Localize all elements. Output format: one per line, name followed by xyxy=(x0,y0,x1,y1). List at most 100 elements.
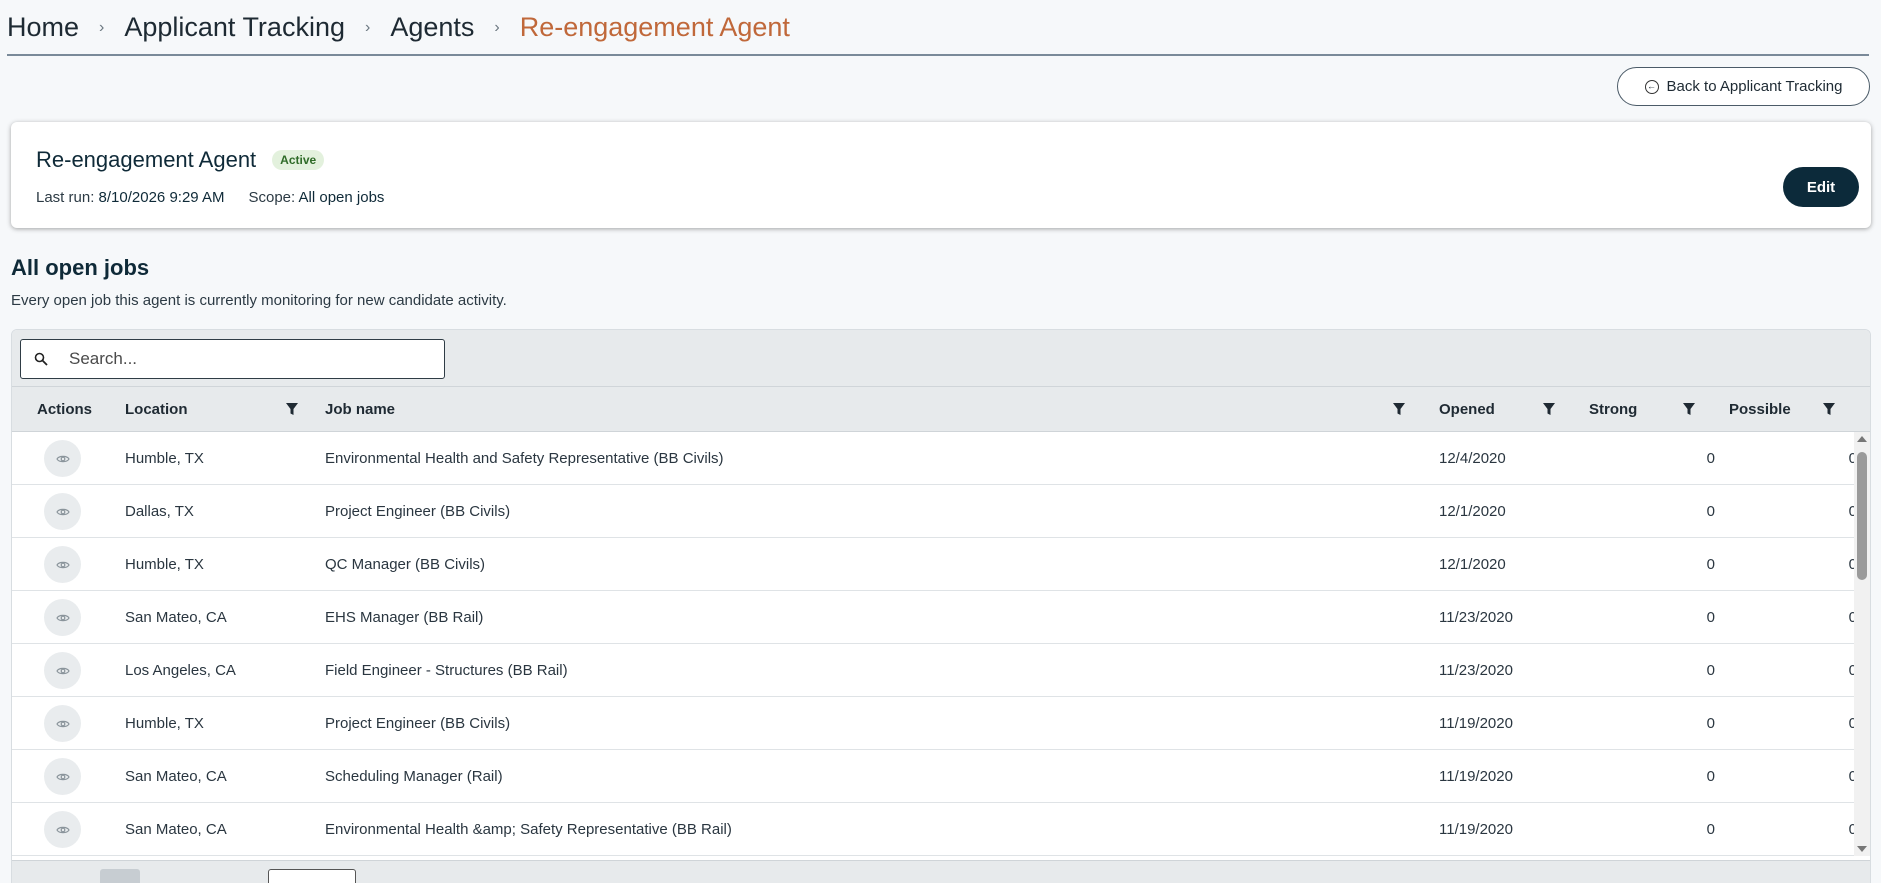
cell-strong: 0 xyxy=(1706,609,1715,626)
cell-job-name: Project Engineer (BB Civils) xyxy=(325,503,511,520)
jobs-grid: Actions Location Job name Opened Strong … xyxy=(11,329,1871,883)
breadcrumb-current: Re-engagement Agent xyxy=(519,11,790,42)
filter-icon[interactable] xyxy=(1542,402,1556,416)
eye-icon xyxy=(55,773,70,780)
breadcrumb-agents[interactable]: Agents xyxy=(390,12,474,43)
column-header-job-name[interactable]: Job name xyxy=(325,387,395,432)
cell-job-name: QC Manager (BB Civils) xyxy=(325,556,486,573)
view-button[interactable] xyxy=(44,811,81,848)
table-row[interactable]: San Mateo, CA EHS Manager (BB Rail) 11/2… xyxy=(12,591,1870,644)
eye-icon xyxy=(55,508,70,515)
search-box[interactable] xyxy=(20,339,445,379)
scope: Scope: All open jobs xyxy=(248,189,384,206)
chevron-right-icon: › xyxy=(494,19,500,36)
scroll-up-arrow-icon[interactable] xyxy=(1857,436,1867,442)
cell-opened: 11/23/2020 xyxy=(1439,609,1513,626)
breadcrumb: Home › Applicant Tracking › Agents › Re-… xyxy=(7,0,1869,56)
cell-opened: 11/23/2020 xyxy=(1439,662,1513,679)
grid-header: Actions Location Job name Opened Strong … xyxy=(12,387,1870,432)
scope-label: Scope: xyxy=(248,189,296,206)
cell-opened: 12/1/2020 xyxy=(1439,503,1506,520)
view-button[interactable] xyxy=(44,599,81,636)
cell-strong: 0 xyxy=(1706,768,1715,785)
page-size-select[interactable] xyxy=(268,869,356,883)
grid-toolbar xyxy=(12,330,1870,387)
arrow-left-circle-icon: ← xyxy=(1644,79,1659,94)
table-row[interactable]: Los Angeles, CA Field Engineer - Structu… xyxy=(12,644,1870,697)
scroll-down-arrow-icon[interactable] xyxy=(1857,846,1867,852)
breadcrumb-applicant-tracking[interactable]: Applicant Tracking xyxy=(124,12,345,43)
agent-summary-card: Re-engagement Agent Active Last run: 8/1… xyxy=(11,122,1871,228)
agent-title-row: Re-engagement Agent Active xyxy=(36,147,325,173)
view-button[interactable] xyxy=(44,546,81,583)
cell-strong: 0 xyxy=(1706,450,1715,467)
cell-job-name: Field Engineer - Structures (BB Rail) xyxy=(325,662,568,679)
scroll-thumb[interactable] xyxy=(1857,452,1867,580)
column-header-possible[interactable]: Possible xyxy=(1729,387,1791,432)
eye-icon xyxy=(55,720,70,727)
cell-opened: 12/1/2020 xyxy=(1439,556,1506,573)
table-row[interactable]: San Mateo, CA Environmental Health &amp;… xyxy=(12,803,1870,856)
eye-icon xyxy=(55,561,70,568)
cell-opened: 12/4/2020 xyxy=(1439,450,1506,467)
table-row[interactable]: Dallas, TX Project Engineer (BB Civils) … xyxy=(12,485,1870,538)
cell-opened: 11/19/2020 xyxy=(1439,715,1513,732)
cell-job-name: Project Engineer (BB Civils) xyxy=(325,715,511,732)
edit-button[interactable]: Edit xyxy=(1783,167,1859,207)
cell-location: San Mateo, CA xyxy=(125,821,227,838)
filter-icon[interactable] xyxy=(1392,402,1406,416)
search-icon xyxy=(21,352,61,366)
cell-location: Los Angeles, CA xyxy=(125,662,236,679)
table-row[interactable]: San Mateo, CA Scheduling Manager (Rail) … xyxy=(12,750,1870,803)
agent-meta: Last run: 8/10/2026 9:29 AM Scope: All o… xyxy=(36,189,384,206)
view-button[interactable] xyxy=(44,758,81,795)
table-row[interactable]: Humble, TX Project Engineer (BB Civils) … xyxy=(12,697,1870,750)
cell-job-name: Environmental Health and Safety Represen… xyxy=(325,450,724,467)
cell-strong: 0 xyxy=(1706,503,1715,520)
column-header-opened[interactable]: Opened xyxy=(1439,387,1495,432)
cell-location: Dallas, TX xyxy=(125,503,194,520)
section-description: Every open job this agent is currently m… xyxy=(11,292,507,309)
last-run-label: Last run: xyxy=(36,189,95,206)
eye-icon xyxy=(55,455,70,462)
cell-job-name: EHS Manager (BB Rail) xyxy=(325,609,484,626)
table-row[interactable]: Humble, TX Environmental Health and Safe… xyxy=(12,432,1870,485)
view-button[interactable] xyxy=(44,705,81,742)
last-run-value: 8/10/2026 9:29 AM xyxy=(98,189,225,206)
cell-location: Humble, TX xyxy=(125,715,204,732)
back-to-applicant-tracking-button[interactable]: ← Back to Applicant Tracking xyxy=(1617,67,1870,106)
status-badge: Active xyxy=(272,150,325,170)
cell-strong: 0 xyxy=(1706,556,1715,573)
column-header-strong[interactable]: Strong xyxy=(1589,387,1637,432)
column-header-location[interactable]: Location xyxy=(125,387,188,432)
filter-icon[interactable] xyxy=(285,402,299,416)
grid-rows: Humble, TX Environmental Health and Safe… xyxy=(12,432,1870,856)
breadcrumb-home[interactable]: Home xyxy=(7,12,79,43)
search-input[interactable] xyxy=(61,349,444,369)
cell-opened: 11/19/2020 xyxy=(1439,768,1513,785)
cell-strong: 0 xyxy=(1706,662,1715,679)
chevron-right-icon: › xyxy=(99,19,105,36)
pager-current-page[interactable] xyxy=(100,869,140,883)
cell-location: Humble, TX xyxy=(125,556,204,573)
cell-opened: 11/19/2020 xyxy=(1439,821,1513,838)
filter-icon[interactable] xyxy=(1682,402,1696,416)
section-title: All open jobs xyxy=(11,255,150,280)
scope-value: All open jobs xyxy=(298,189,385,206)
grid-scrollbar[interactable] xyxy=(1854,432,1870,856)
eye-icon xyxy=(55,614,70,621)
table-row[interactable]: Humble, TX QC Manager (BB Civils) 12/1/2… xyxy=(12,538,1870,591)
cell-job-name: Scheduling Manager (Rail) xyxy=(325,768,503,785)
column-header-actions: Actions xyxy=(37,401,93,418)
cell-location: Humble, TX xyxy=(125,450,204,467)
eye-icon xyxy=(55,667,70,674)
filter-icon[interactable] xyxy=(1822,402,1836,416)
cell-location: San Mateo, CA xyxy=(125,609,227,626)
cell-strong: 0 xyxy=(1706,715,1715,732)
cell-location: San Mateo, CA xyxy=(125,768,227,785)
chevron-right-icon: › xyxy=(364,19,371,36)
view-button[interactable] xyxy=(44,652,81,689)
grid-pager xyxy=(12,860,1870,883)
view-button[interactable] xyxy=(44,440,81,477)
view-button[interactable] xyxy=(44,493,81,530)
